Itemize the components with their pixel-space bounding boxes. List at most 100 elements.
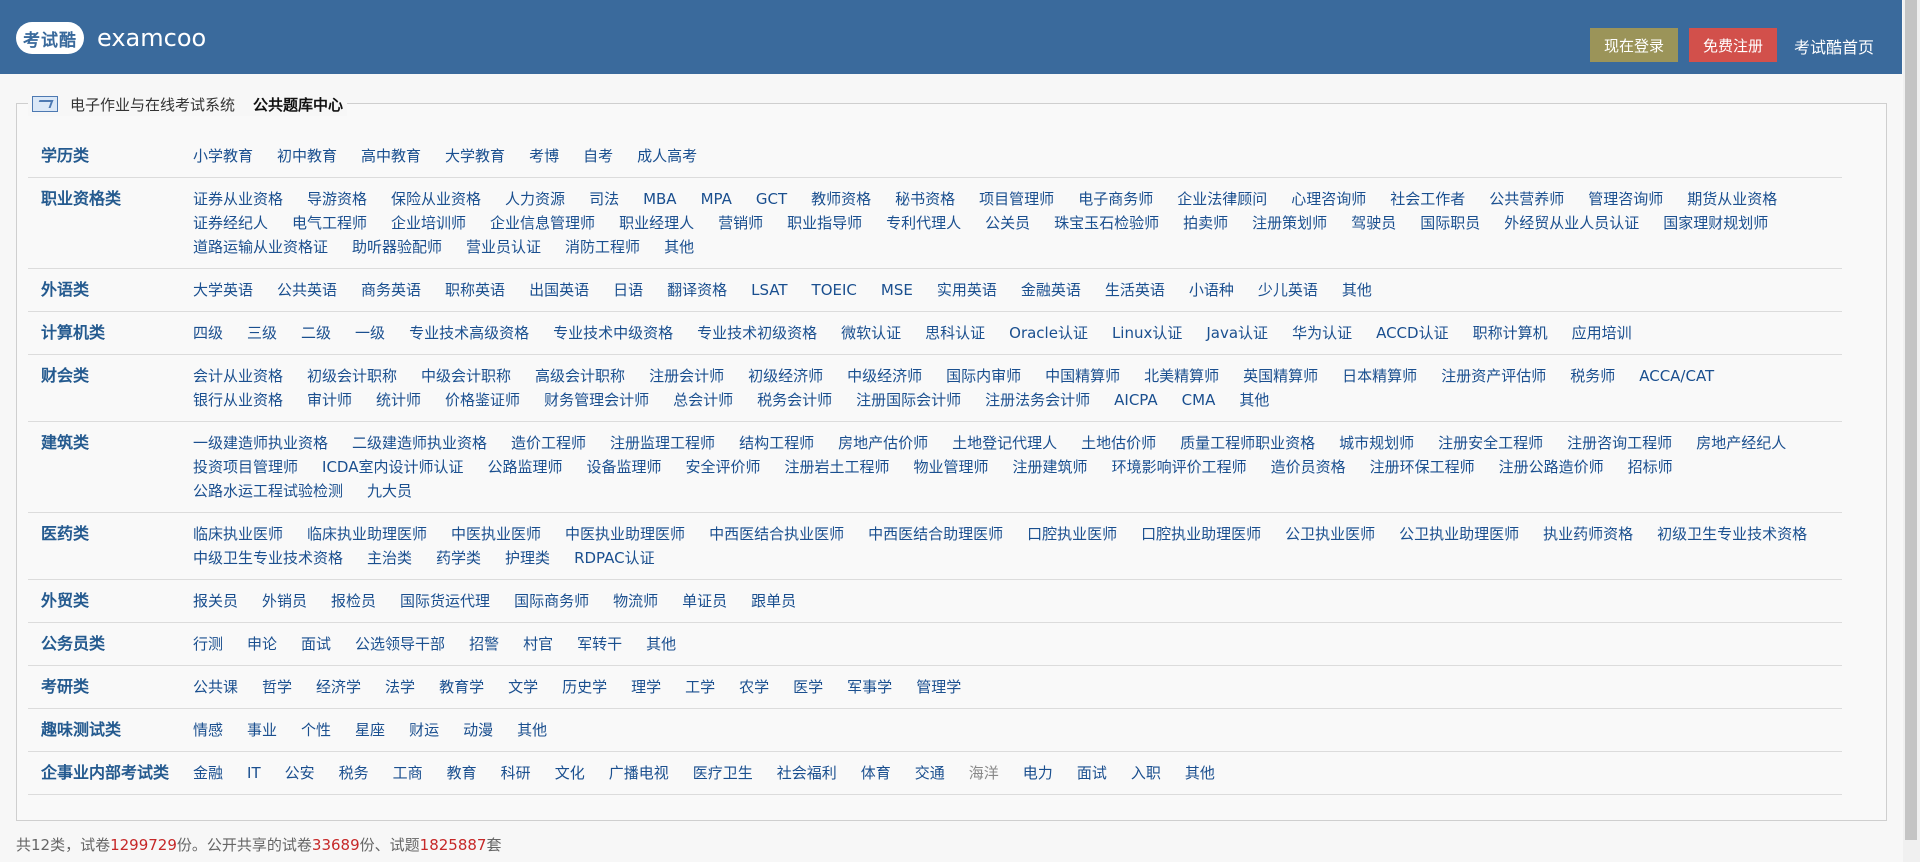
category-item-link[interactable]: 期货从业资格 bbox=[1687, 187, 1777, 211]
category-item-link[interactable]: 医疗卫生 bbox=[693, 761, 753, 785]
category-item-link[interactable]: 出国英语 bbox=[529, 278, 589, 302]
category-item-link[interactable]: LSAT bbox=[751, 278, 787, 302]
category-item-link[interactable]: 造价员资格 bbox=[1271, 455, 1346, 479]
category-item-link[interactable]: 公选领导干部 bbox=[355, 632, 445, 656]
category-item-link[interactable]: 执业药师资格 bbox=[1543, 522, 1633, 546]
category-item-link[interactable]: 一级建造师执业资格 bbox=[193, 431, 328, 455]
category-item-link[interactable]: 招警 bbox=[469, 632, 499, 656]
category-item-link[interactable]: 主治类 bbox=[367, 546, 412, 570]
category-item-link[interactable]: 公路监理师 bbox=[487, 455, 562, 479]
site-logo[interactable]: 考试酷 examcoo bbox=[16, 22, 206, 54]
category-item-link[interactable]: 职称英语 bbox=[445, 278, 505, 302]
category-item-link[interactable]: 企业法律顾问 bbox=[1177, 187, 1267, 211]
category-item-link[interactable]: Oracle认证 bbox=[1009, 321, 1088, 345]
category-item-link[interactable]: 其他 bbox=[517, 718, 547, 742]
category-item-link[interactable]: 税务师 bbox=[1570, 364, 1615, 388]
category-label[interactable]: 学历类 bbox=[28, 141, 193, 168]
category-item-link[interactable]: 科研 bbox=[501, 761, 531, 785]
category-item-link[interactable]: 司法 bbox=[589, 187, 619, 211]
category-item-link[interactable]: 营业员认证 bbox=[466, 235, 541, 259]
category-item-link[interactable]: 外经贸从业人员认证 bbox=[1504, 211, 1639, 235]
category-item-link[interactable]: 口腔执业医师 bbox=[1027, 522, 1117, 546]
category-item-link[interactable]: 物流师 bbox=[613, 589, 658, 613]
category-item-link[interactable]: 中国精算师 bbox=[1045, 364, 1120, 388]
category-item-link[interactable]: ICDA室内设计师认证 bbox=[322, 455, 463, 479]
category-item-link[interactable]: 设备监理师 bbox=[586, 455, 661, 479]
system-link[interactable]: 电子作业与在线考试系统 bbox=[70, 94, 235, 115]
category-item-link[interactable]: 专业技术中级资格 bbox=[553, 321, 673, 345]
category-item-link[interactable]: 军转干 bbox=[577, 632, 622, 656]
category-item-link[interactable]: 城市规划师 bbox=[1339, 431, 1414, 455]
category-item-link[interactable]: 护理类 bbox=[505, 546, 550, 570]
category-item-link[interactable]: AICPA bbox=[1114, 388, 1158, 412]
category-item-link[interactable]: 外销员 bbox=[262, 589, 307, 613]
category-item-link[interactable]: 口腔执业助理医师 bbox=[1141, 522, 1261, 546]
category-item-link[interactable]: 价格鉴证师 bbox=[445, 388, 520, 412]
category-item-link[interactable]: 质量工程师职业资格 bbox=[1180, 431, 1315, 455]
category-item-link[interactable]: 面试 bbox=[1077, 761, 1107, 785]
category-item-link[interactable]: 军事学 bbox=[847, 675, 892, 699]
category-item-link[interactable]: 四级 bbox=[193, 321, 223, 345]
category-item-link[interactable]: 公卫执业医师 bbox=[1285, 522, 1375, 546]
category-item-link[interactable]: 消防工程师 bbox=[565, 235, 640, 259]
category-item-link[interactable]: 其他 bbox=[664, 235, 694, 259]
category-item-link[interactable]: 动漫 bbox=[463, 718, 493, 742]
category-item-link[interactable]: Java认证 bbox=[1206, 321, 1268, 345]
category-item-link[interactable]: MSE bbox=[881, 278, 913, 302]
category-item-link[interactable]: 注册会计师 bbox=[649, 364, 724, 388]
category-item-link[interactable]: 九大员 bbox=[367, 479, 412, 503]
category-item-link[interactable]: 小学教育 bbox=[193, 144, 253, 168]
category-item-link[interactable]: 注册策划师 bbox=[1252, 211, 1327, 235]
category-item-link[interactable]: 工商 bbox=[393, 761, 423, 785]
category-item-link[interactable]: 其他 bbox=[1342, 278, 1372, 302]
category-item-link[interactable]: 体育 bbox=[861, 761, 891, 785]
category-item-link[interactable]: 公关员 bbox=[985, 211, 1030, 235]
category-item-link[interactable]: 公共营养师 bbox=[1489, 187, 1564, 211]
category-item-link[interactable]: 电气工程师 bbox=[292, 211, 367, 235]
category-item-link[interactable]: Linux认证 bbox=[1112, 321, 1182, 345]
category-item-link[interactable]: 高中教育 bbox=[361, 144, 421, 168]
category-item-link[interactable]: 国际商务师 bbox=[514, 589, 589, 613]
category-item-link[interactable]: 中西医结合助理医师 bbox=[868, 522, 1003, 546]
category-label[interactable]: 公务员类 bbox=[28, 629, 193, 656]
category-item-link[interactable]: 大学英语 bbox=[193, 278, 253, 302]
category-label[interactable]: 计算机类 bbox=[28, 318, 193, 345]
category-item-link[interactable]: 专业技术初级资格 bbox=[697, 321, 817, 345]
category-item-link[interactable]: 道路运输从业资格证 bbox=[193, 235, 328, 259]
category-item-link[interactable]: 教育学 bbox=[439, 675, 484, 699]
category-item-link[interactable]: 初级会计职称 bbox=[307, 364, 397, 388]
category-item-link[interactable]: 日本精算师 bbox=[1342, 364, 1417, 388]
category-item-link[interactable]: 职称计算机 bbox=[1473, 321, 1548, 345]
category-item-link[interactable]: 管理咨询师 bbox=[1588, 187, 1663, 211]
category-item-link[interactable]: RDPAC认证 bbox=[574, 546, 655, 570]
category-item-link[interactable]: 医学 bbox=[793, 675, 823, 699]
category-item-link[interactable]: 中级会计职称 bbox=[421, 364, 511, 388]
category-item-link[interactable]: 药学类 bbox=[436, 546, 481, 570]
category-item-link[interactable]: 安全评价师 bbox=[686, 455, 761, 479]
category-item-link[interactable]: 初中教育 bbox=[277, 144, 337, 168]
category-item-link[interactable]: 跟单员 bbox=[751, 589, 796, 613]
category-label[interactable]: 趣味测试类 bbox=[28, 715, 193, 742]
category-item-link[interactable]: 北美精算师 bbox=[1144, 364, 1219, 388]
category-item-link[interactable]: 国际职员 bbox=[1420, 211, 1480, 235]
category-item-link[interactable]: 银行从业资格 bbox=[193, 388, 283, 412]
category-item-link[interactable]: 华为认证 bbox=[1292, 321, 1352, 345]
scrollbar-thumb[interactable] bbox=[1905, 0, 1917, 840]
category-item-link[interactable]: 初级经济师 bbox=[748, 364, 823, 388]
category-item-link[interactable]: 其他 bbox=[1185, 761, 1215, 785]
category-label[interactable]: 医药类 bbox=[28, 519, 193, 570]
category-item-link[interactable]: MPA bbox=[701, 187, 732, 211]
category-item-link[interactable]: 中西医结合执业医师 bbox=[709, 522, 844, 546]
category-item-link[interactable]: 管理学 bbox=[916, 675, 961, 699]
category-item-link[interactable]: 物业管理师 bbox=[914, 455, 989, 479]
category-item-link[interactable]: 成人高考 bbox=[637, 144, 697, 168]
category-item-link[interactable]: 工学 bbox=[685, 675, 715, 699]
category-item-link[interactable]: 国家理财规划师 bbox=[1663, 211, 1768, 235]
category-item-link[interactable]: 报关员 bbox=[193, 589, 238, 613]
category-item-link[interactable]: 房地产估价师 bbox=[838, 431, 928, 455]
category-item-link[interactable]: 教师资格 bbox=[811, 187, 871, 211]
category-item-link[interactable]: 税务 bbox=[339, 761, 369, 785]
category-item-link[interactable]: 金融 bbox=[193, 761, 223, 785]
category-item-link[interactable]: 项目管理师 bbox=[979, 187, 1054, 211]
category-item-link[interactable]: 星座 bbox=[355, 718, 385, 742]
